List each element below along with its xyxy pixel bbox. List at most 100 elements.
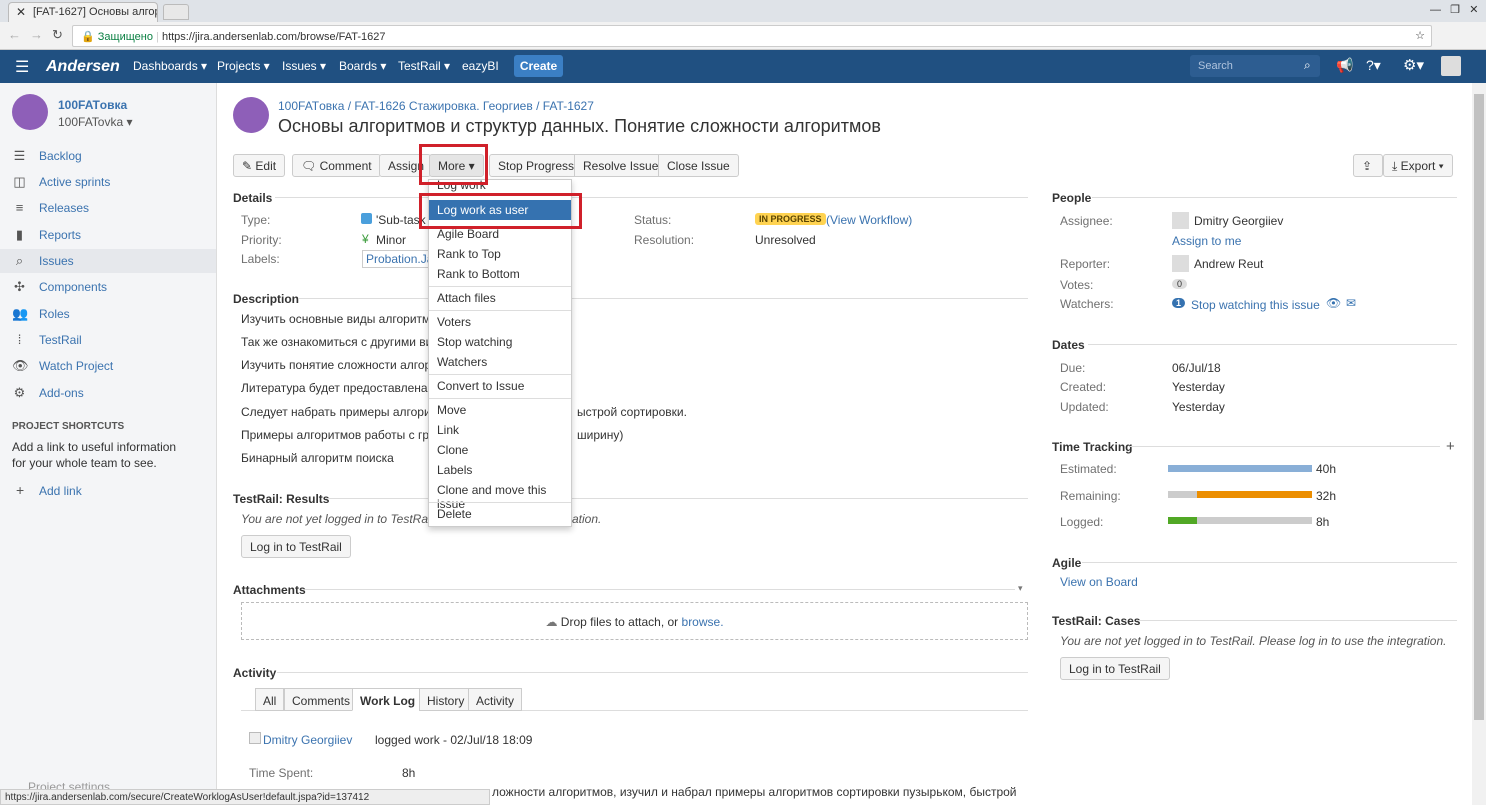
sidebar-item-reports[interactable]: ▮ Reports — [0, 223, 216, 247]
window-controls[interactable]: — ❐ ✕ — [1430, 3, 1478, 16]
breadcrumb-issue[interactable]: FAT-1627 — [543, 99, 594, 113]
help-icon[interactable]: ?▾ — [1366, 57, 1381, 74]
menu-item-labels[interactable]: Labels — [429, 460, 571, 480]
nav-issues[interactable]: Issues ▾ — [282, 59, 326, 73]
reload-icon[interactable]: ↻ — [52, 27, 63, 43]
project-name[interactable]: 100FATовка — [58, 98, 127, 112]
project-key-dropdown[interactable]: 100FATovka ▾ — [58, 115, 133, 129]
share-button[interactable]: ⇪ — [1353, 154, 1383, 177]
sidebar-item-label: Roles — [39, 307, 70, 321]
feedback-icon[interactable]: 📢 — [1336, 57, 1353, 74]
testrail-results-heading: TestRail: Results — [233, 492, 330, 506]
testrail-cases-login-button[interactable]: Log in to TestRail — [1060, 657, 1170, 680]
type-label: Type: — [241, 213, 271, 227]
menu-item-rank-to-top[interactable]: Rank to Top — [429, 244, 571, 264]
testrail-login-text: You are not yet logged in to TestRail. P — [241, 512, 449, 526]
email-icon[interactable]: ✉ — [1346, 296, 1356, 310]
nav-boards[interactable]: Boards ▾ — [339, 59, 386, 73]
sidebar-item-label: TestRail — [39, 333, 82, 347]
roles-icon: 👥 — [12, 306, 29, 321]
eye-icon[interactable]: 👁 — [1326, 296, 1341, 310]
tab-all[interactable]: All — [255, 688, 285, 711]
nav-dashboards[interactable]: Dashboards ▾ — [133, 59, 207, 73]
search-input[interactable]: Search — [1190, 55, 1320, 77]
tab-history[interactable]: History — [419, 688, 473, 711]
votes-count[interactable]: 0 — [1172, 279, 1188, 289]
stop-watching-link[interactable]: Stop watching this issue — [1191, 298, 1320, 312]
nav-projects[interactable]: Projects ▾ — [217, 59, 270, 73]
view-on-board-link[interactable]: View on Board — [1060, 575, 1138, 589]
sidebar-item-label: Issues — [39, 254, 74, 268]
browser-tab[interactable]: ✕ [FAT-1627] Основы алгор — [8, 2, 158, 22]
tab-comments[interactable]: Comments — [284, 688, 359, 711]
menu-item-stop-watching[interactable]: Stop watching — [429, 332, 571, 352]
menu-item-convert-to-issue[interactable]: Convert to Issue — [429, 376, 571, 396]
close-issue-button[interactable]: Close Issue — [658, 154, 739, 177]
nav-eazybi[interactable]: eazyBI — [462, 59, 499, 73]
sidebar-item-backlog[interactable]: ☰ Backlog — [0, 144, 216, 168]
back-icon[interactable]: ← — [8, 27, 21, 42]
resolution-value: Unresolved — [755, 233, 816, 247]
menu-item-rank-to-bottom[interactable]: Rank to Bottom — [429, 264, 571, 284]
forward-icon[interactable]: → — [30, 27, 43, 42]
menu-item-watchers[interactable]: Watchers — [429, 352, 571, 372]
resolve-issue-button[interactable]: Resolve Issue — [574, 154, 668, 177]
menu-item-link[interactable]: Link — [429, 420, 571, 440]
worklog-author-link[interactable]: Dmitry Georgiiev — [263, 733, 352, 747]
tab-activity[interactable]: Activity — [468, 688, 523, 711]
gear-icon[interactable]: ⚙▾ — [1403, 56, 1424, 74]
search-icon[interactable]: ⌕ — [1304, 58, 1311, 73]
sidebar-item-watch-project[interactable]: 👁 Watch Project — [0, 354, 216, 378]
breadcrumb-project[interactable]: 100FATовка — [278, 99, 344, 113]
assignee-avatar — [1172, 212, 1189, 229]
menu-item-clone[interactable]: Clone — [429, 440, 571, 460]
view-workflow-link[interactable]: (View Workflow) — [826, 213, 912, 227]
add-link[interactable]: Add link — [39, 484, 82, 498]
project-avatar[interactable] — [12, 94, 48, 130]
menu-item-attach-files[interactable]: Attach files — [429, 288, 571, 308]
menu-item-delete[interactable]: Delete — [429, 504, 571, 524]
sidebar-item-roles[interactable]: 👥 Roles — [0, 302, 216, 326]
new-tab-button[interactable] — [163, 4, 189, 20]
andersen-logo[interactable]: Andersen — [46, 58, 120, 76]
bookmark-star-icon[interactable]: ☆ — [1415, 29, 1425, 42]
assign-to-me-link[interactable]: Assign to me — [1172, 234, 1241, 248]
sidebar-item-releases[interactable]: ≡ Releases — [0, 196, 216, 220]
created-label: Created: — [1060, 380, 1107, 394]
watchers-count[interactable]: 1 — [1172, 298, 1186, 308]
testrail-login-button[interactable]: Log in to TestRail — [241, 535, 351, 558]
sidebar-item-active-sprints[interactable]: ◫ Active sprints — [0, 170, 216, 194]
create-button[interactable]: Create — [514, 55, 563, 77]
sidebar-item-addons[interactable]: ⚙ Add-ons — [0, 381, 216, 405]
nav-testrail[interactable]: TestRail ▾ — [398, 59, 450, 73]
stop-progress-button[interactable]: Stop Progress — [489, 154, 584, 177]
avatar[interactable] — [1441, 56, 1461, 76]
reporter-value[interactable]: Andrew Reut — [1194, 257, 1263, 271]
menu-item-move[interactable]: Move — [429, 400, 571, 420]
edit-button[interactable]: ✎ Edit — [233, 154, 286, 177]
tab-work-log[interactable]: Work Log — [352, 688, 424, 711]
sidebar-item-testrail[interactable]: ⁞ TestRail — [0, 328, 216, 352]
activity-heading: Activity — [233, 666, 277, 680]
menu-item-clone-and-move[interactable]: Clone and move this issue — [429, 480, 571, 511]
url-input[interactable]: 🔒 Защищено | https://jira.andersenlab.co… — [72, 25, 1432, 47]
menu-item-voters[interactable]: Voters — [429, 312, 571, 332]
time-spent-label: Time Spent: — [249, 766, 314, 780]
sidebar-item-components[interactable]: ✣ Components — [0, 275, 216, 299]
attachments-options-icon[interactable]: ▾ — [1018, 583, 1023, 594]
browse-link[interactable]: browse. — [682, 615, 724, 629]
breadcrumb-parent[interactable]: FAT-1626 Стажировка. Георгиев — [354, 99, 532, 113]
comment-button[interactable]: 🗨 Comment — [292, 154, 381, 177]
description-line: Следует набрать примеры алгоритма — [241, 405, 452, 419]
menu-icon[interactable]: ☰ — [15, 57, 29, 77]
label-tag[interactable]: Probation.Jav — [362, 250, 432, 268]
address-bar: ← → ↻ 🔒 Защищено | https://jira.andersen… — [0, 22, 1486, 50]
labels-label: Labels: — [241, 252, 280, 266]
scrollbar-thumb[interactable] — [1474, 94, 1484, 720]
reporter-avatar — [1172, 255, 1189, 272]
assignee-value[interactable]: Dmitry Georgiiev — [1194, 214, 1283, 228]
sidebar-item-issues[interactable]: ⌕ Issues — [0, 249, 216, 273]
export-button[interactable]: ⤓ Export ▾ — [1383, 154, 1453, 177]
attachment-dropzone[interactable]: ☁ Drop files to attach, or browse. — [241, 602, 1028, 640]
add-time-icon[interactable]: + — [1446, 438, 1455, 455]
